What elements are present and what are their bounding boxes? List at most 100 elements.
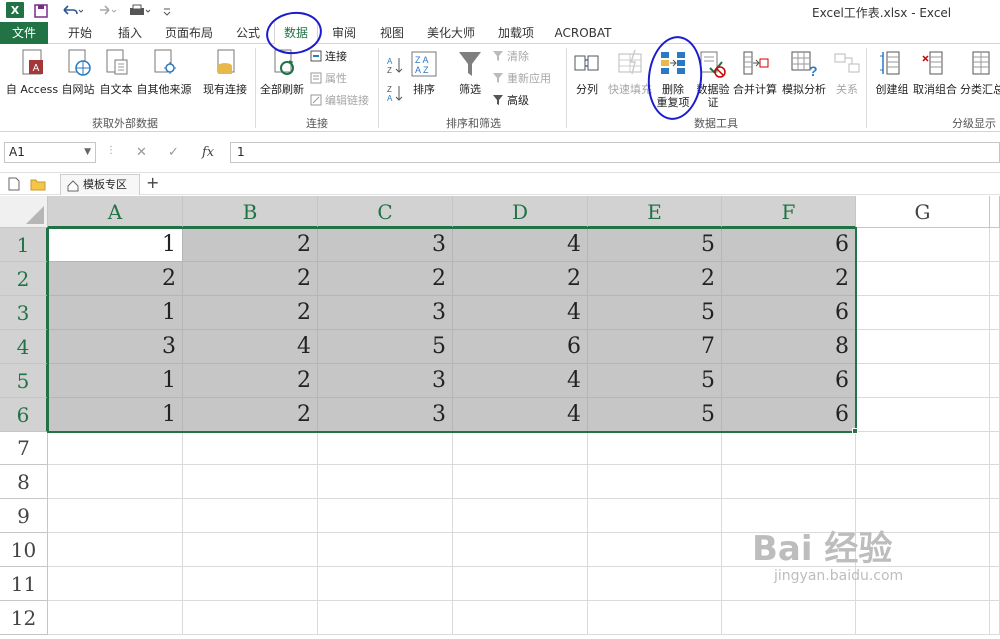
cell-a5[interactable]: 1 [48, 364, 183, 398]
tab-data[interactable]: 数据 [274, 22, 318, 45]
edit-links-button[interactable]: 编辑链接 [310, 94, 369, 107]
existing-connections-button[interactable]: 现有连接 [200, 48, 250, 96]
data-validation-button[interactable]: 数据验 证 [694, 48, 732, 109]
from-access-button[interactable]: A 自 Access [4, 48, 60, 96]
cell-b8[interactable] [183, 465, 318, 499]
properties-button[interactable]: 属性 [310, 72, 347, 85]
cell-a6[interactable]: 1 [48, 398, 183, 432]
tab-formulas[interactable]: 公式 [226, 22, 270, 44]
cell-e8[interactable] [588, 465, 722, 499]
cell-c9[interactable] [318, 499, 453, 533]
cell-c10[interactable] [318, 533, 453, 567]
cell-g8[interactable] [856, 465, 990, 499]
row-header-1[interactable]: 1 [0, 228, 48, 262]
clear-filter-button[interactable]: 清除 [492, 50, 529, 63]
cell-a11[interactable] [48, 567, 183, 601]
cell-a4[interactable]: 3 [48, 330, 183, 364]
cell-f7[interactable] [722, 432, 856, 465]
cell-g5[interactable] [856, 364, 990, 398]
row-header-9[interactable]: 9 [0, 499, 48, 533]
cell-d2[interactable]: 2 [453, 262, 588, 296]
cell-h12[interactable] [990, 601, 1000, 635]
cell-d11[interactable] [453, 567, 588, 601]
cell-g1[interactable] [856, 228, 990, 262]
cell-b3[interactable]: 2 [183, 296, 318, 330]
cell-e6[interactable]: 5 [588, 398, 722, 432]
column-header-f[interactable]: F [722, 196, 856, 228]
formula-input[interactable]: 1 [230, 142, 1000, 163]
cell-d7[interactable] [453, 432, 588, 465]
sort-za-button[interactable]: ZA [386, 84, 404, 105]
select-all-corner[interactable] [0, 196, 48, 228]
cell-e1[interactable]: 5 [588, 228, 722, 262]
cell-b1[interactable]: 2 [183, 228, 318, 262]
tab-review[interactable]: 审阅 [322, 22, 366, 44]
cell-d1[interactable]: 4 [453, 228, 588, 262]
cell-f2[interactable]: 2 [722, 262, 856, 296]
cell-h8[interactable] [990, 465, 1000, 499]
cell-e4[interactable]: 7 [588, 330, 722, 364]
cell-c1[interactable]: 3 [318, 228, 453, 262]
column-header-e[interactable]: E [588, 196, 722, 228]
cell-d10[interactable] [453, 533, 588, 567]
tab-template-zone[interactable]: 模板专区 [60, 174, 140, 195]
fill-handle[interactable] [852, 428, 858, 434]
cell-a1[interactable]: 1 [48, 228, 183, 262]
row-header-8[interactable]: 8 [0, 465, 48, 499]
insert-function-button[interactable]: fx [202, 145, 214, 160]
cell-b11[interactable] [183, 567, 318, 601]
cell-a9[interactable] [48, 499, 183, 533]
sort-az-button[interactable]: AZ [386, 56, 404, 77]
chevron-down-icon[interactable]: ▼ [84, 143, 91, 162]
cell-d4[interactable]: 6 [453, 330, 588, 364]
cell-b7[interactable] [183, 432, 318, 465]
add-tab-button[interactable]: + [146, 173, 159, 192]
column-header-a[interactable]: A [48, 196, 183, 228]
cell-c6[interactable]: 3 [318, 398, 453, 432]
row-header-3[interactable]: 3 [0, 296, 48, 330]
name-box[interactable]: A1 ▼ [4, 142, 96, 163]
cell-e10[interactable] [588, 533, 722, 567]
text-to-columns-button[interactable]: 分列 [570, 48, 604, 96]
cell-g12[interactable] [856, 601, 990, 635]
cell-c5[interactable]: 3 [318, 364, 453, 398]
tab-home[interactable]: 开始 [58, 22, 102, 44]
cell-c7[interactable] [318, 432, 453, 465]
flash-fill-button[interactable]: 快速填充 [606, 48, 654, 96]
cell-e2[interactable]: 2 [588, 262, 722, 296]
cell-d12[interactable] [453, 601, 588, 635]
cell-a10[interactable] [48, 533, 183, 567]
tab-file[interactable]: 文件 [0, 22, 48, 44]
cell-g4[interactable] [856, 330, 990, 364]
subtotal-button[interactable]: 分类汇总 [960, 48, 1000, 96]
cell-g6[interactable] [856, 398, 990, 432]
sort-button[interactable]: Z AA Z 排序 [408, 48, 440, 96]
cell-f1[interactable]: 6 [722, 228, 856, 262]
cell-h9[interactable] [990, 499, 1000, 533]
from-other-sources-button[interactable]: 自其他来源 [136, 48, 192, 96]
cell-f9[interactable] [722, 499, 856, 533]
row-header-6[interactable]: 6 [0, 398, 48, 432]
what-if-analysis-button[interactable]: ? 模拟分析 [780, 48, 828, 96]
cell-c12[interactable] [318, 601, 453, 635]
from-web-button[interactable]: 自网站 [60, 48, 96, 96]
column-header-b[interactable]: B [183, 196, 318, 228]
cell-c4[interactable]: 5 [318, 330, 453, 364]
cell-e3[interactable]: 5 [588, 296, 722, 330]
consolidate-button[interactable]: 合并计算 [732, 48, 778, 96]
cell-a7[interactable] [48, 432, 183, 465]
cell-e7[interactable] [588, 432, 722, 465]
cell-f5[interactable]: 6 [722, 364, 856, 398]
row-header-12[interactable]: 12 [0, 601, 48, 635]
cell-f3[interactable]: 6 [722, 296, 856, 330]
cell-e12[interactable] [588, 601, 722, 635]
connections-button[interactable]: 连接 [310, 50, 347, 63]
new-document-icon[interactable] [8, 177, 20, 194]
row-header-11[interactable]: 11 [0, 567, 48, 601]
cell-e9[interactable] [588, 499, 722, 533]
cell-b10[interactable] [183, 533, 318, 567]
cell-b6[interactable]: 2 [183, 398, 318, 432]
cell-d6[interactable]: 4 [453, 398, 588, 432]
cell-c2[interactable]: 2 [318, 262, 453, 296]
cell-c3[interactable]: 3 [318, 296, 453, 330]
